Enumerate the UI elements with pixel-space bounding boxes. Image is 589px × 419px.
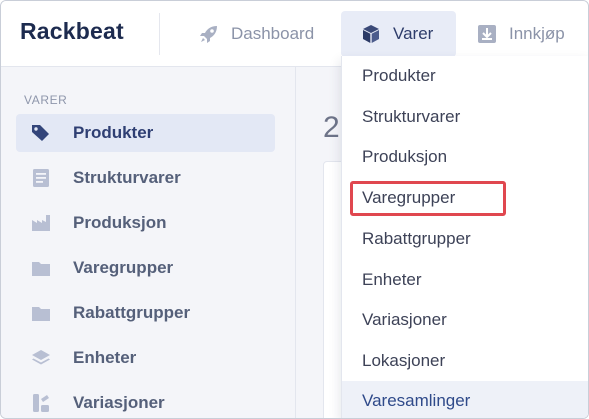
sidebar-item-varegrupper[interactable]: Varegrupper [16, 249, 275, 287]
document-icon [30, 168, 52, 188]
folder-icon [30, 258, 52, 278]
variants-icon [30, 393, 52, 413]
menu-item-rabattgrupper[interactable]: Rabattgrupper [342, 219, 588, 259]
tag-icon [30, 123, 52, 143]
sidebar-item-rabattgrupper[interactable]: Rabattgrupper [16, 294, 275, 332]
sidebar-heading: VARER [24, 93, 68, 107]
nav-innkjop-label: Innkjøp [509, 24, 565, 43]
sidebar-item-label: Strukturvarer [73, 168, 181, 187]
varer-dropdown-menu: Produkter Strukturvarer Produksjon Vareg… [341, 56, 588, 418]
sidebar-item-label: Enheter [73, 348, 137, 367]
app-window: Rackbeat Dashboard Varer Innkjøp VARER P… [0, 0, 589, 419]
sidebar-item-label: Rabattgrupper [73, 303, 191, 322]
sidebar-item-produkter[interactable]: Produkter [16, 114, 275, 152]
nav-varer[interactable]: Varer [341, 11, 456, 57]
logo[interactable]: Rackbeat [20, 18, 124, 45]
menu-item-produkter[interactable]: Produkter [342, 56, 588, 96]
nav-dashboard-label: Dashboard [231, 24, 315, 43]
sidebar-item-label: Produkter [73, 123, 154, 142]
menu-item-varegrupper[interactable]: Varegrupper [342, 178, 588, 218]
sidebar-item-enheter[interactable]: Enheter [16, 339, 275, 377]
sidebar-item-label: Varegrupper [73, 258, 174, 277]
menu-item-enheter[interactable]: Enheter [342, 260, 588, 300]
menu-item-produksjon[interactable]: Produksjon [342, 137, 588, 177]
menu-item-lokasjoner[interactable]: Lokasjoner [342, 341, 588, 381]
rocket-icon [199, 24, 219, 44]
nav-innkjop[interactable]: Innkjøp [477, 11, 565, 57]
layers-icon [30, 348, 52, 368]
cube-icon [361, 24, 381, 44]
sidebar-item-label: Produksjon [73, 213, 167, 232]
menu-item-strukturvarer[interactable]: Strukturvarer [342, 97, 588, 137]
folder-icon [30, 303, 52, 323]
divider [159, 13, 160, 55]
menu-item-varesamlinger[interactable]: Varesamlinger [342, 381, 588, 418]
sidebar-item-variasjoner[interactable]: Variasjoner [16, 384, 275, 418]
download-icon [477, 24, 497, 44]
sidebar-item-label: Variasjoner [73, 393, 165, 412]
sidebar: VARER Produkter Strukturvarer Produksjon… [1, 67, 296, 418]
page-title: 2 [323, 111, 340, 144]
menu-item-variasjoner[interactable]: Variasjoner [342, 300, 588, 340]
nav-varer-label: Varer [393, 24, 434, 43]
sidebar-item-strukturvarer[interactable]: Strukturvarer [16, 159, 275, 197]
sidebar-item-produksjon[interactable]: Produksjon [16, 204, 275, 242]
nav-dashboard[interactable]: Dashboard [199, 11, 314, 57]
factory-icon [30, 213, 52, 233]
